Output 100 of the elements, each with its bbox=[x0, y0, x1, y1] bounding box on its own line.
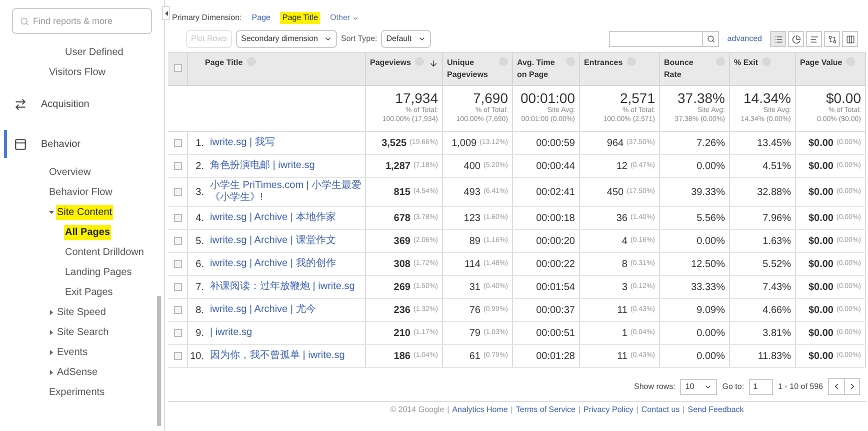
row-checkbox[interactable] bbox=[174, 139, 182, 147]
footer-link[interactable]: Analytics Home bbox=[452, 404, 508, 416]
bar-list-icon[interactable] bbox=[806, 31, 822, 47]
page-title-link[interactable]: 小学生 PriTimes.com | 小学生最爱《小学生》! bbox=[210, 180, 365, 204]
metric-value: $0.00 bbox=[808, 212, 834, 226]
dimension-label: Primary Dimension: bbox=[172, 12, 242, 24]
row-checkbox[interactable] bbox=[174, 214, 182, 222]
footer-link[interactable]: Privacy Policy bbox=[584, 404, 634, 416]
page-title-link[interactable]: 因为你，我不曾孤单 | iwrite.sg bbox=[210, 350, 345, 362]
nav-item[interactable]: Behavior Flow bbox=[48, 184, 114, 200]
metric-value: 1.63% bbox=[762, 234, 791, 248]
row-checkbox[interactable] bbox=[174, 188, 182, 196]
page-title-link[interactable]: iwrite.sg | Archive | 尤今 bbox=[210, 304, 316, 316]
metric-value: 8 bbox=[622, 258, 628, 272]
row-checkbox[interactable] bbox=[174, 352, 182, 360]
columns-icon[interactable] bbox=[842, 31, 858, 47]
metric-value: 5.56% bbox=[696, 212, 725, 226]
sort-type-dropdown[interactable]: Default bbox=[381, 30, 431, 48]
arrows-icon bbox=[14, 98, 27, 110]
metric-value: 00:00:51 bbox=[536, 326, 575, 340]
nav-item[interactable]: Overview bbox=[48, 164, 92, 180]
row-checkbox[interactable] bbox=[174, 162, 182, 170]
search-field[interactable]: Find reports & more bbox=[12, 8, 152, 34]
metric-value: 0.00% bbox=[696, 350, 725, 364]
secondary-dimension-dropdown[interactable]: Secondary dimension bbox=[236, 30, 337, 48]
select-all-checkbox[interactable] bbox=[174, 64, 182, 72]
collapse-button[interactable] bbox=[162, 6, 170, 20]
column-header[interactable]: Page Title bbox=[205, 57, 243, 69]
table-search-field[interactable] bbox=[609, 31, 720, 47]
footer-link[interactable]: Contact us bbox=[641, 404, 680, 416]
metric-value: 0.00% bbox=[696, 326, 725, 340]
metric-value: 32.88% bbox=[757, 186, 791, 200]
separator: | bbox=[682, 404, 685, 416]
metric-value: 123 bbox=[464, 212, 480, 226]
nav-item[interactable]: Exit Pages bbox=[64, 284, 114, 300]
metric-value: 964 bbox=[606, 136, 624, 150]
row-checkbox[interactable] bbox=[174, 237, 182, 245]
column-header[interactable]: Page Value bbox=[800, 57, 842, 69]
total-value: 17,934 bbox=[395, 90, 438, 106]
nav-item[interactable]: Site Content bbox=[56, 204, 114, 220]
page-title-link[interactable]: 角色扮演电邮 | iwrite.sg bbox=[210, 160, 315, 172]
row-checkbox[interactable] bbox=[174, 306, 182, 314]
row-checkbox[interactable] bbox=[174, 329, 182, 337]
metric-value: 815 bbox=[394, 186, 410, 200]
go-to-field[interactable]: 1 bbox=[749, 378, 774, 394]
scrollbar[interactable] bbox=[157, 296, 161, 426]
row-checkbox[interactable] bbox=[174, 260, 182, 268]
column-header[interactable]: Bounce Rate bbox=[664, 57, 712, 81]
footer-link[interactable]: Send Feedback bbox=[688, 404, 744, 416]
column-header[interactable]: Avg. Time on Page bbox=[517, 57, 562, 81]
separator: | bbox=[636, 404, 638, 416]
metric-value: 7.43% bbox=[762, 280, 791, 294]
nav-item[interactable]: AdSense bbox=[56, 364, 99, 380]
total-value: 14.34% bbox=[744, 90, 791, 106]
other-dropdown[interactable]: Other bbox=[330, 12, 360, 24]
metric-value: 79 bbox=[469, 326, 480, 340]
compare-icon[interactable] bbox=[824, 31, 840, 47]
page-title-link[interactable]: iwrite.sg | 我写 bbox=[210, 137, 275, 149]
nav-item[interactable]: Experiments bbox=[48, 384, 106, 400]
nav-item[interactable]: Visitors Flow bbox=[48, 64, 106, 80]
advanced-link[interactable]: advanced bbox=[727, 33, 762, 45]
show-rows-dropdown[interactable]: 10 bbox=[680, 378, 718, 394]
column-header[interactable]: Unique Pageviews bbox=[447, 57, 495, 81]
row-number: 9. bbox=[194, 326, 205, 340]
footer-link[interactable]: Terms of Service bbox=[516, 404, 576, 416]
page-title-link[interactable]: iwrite.sg | Archive | 课堂作文 bbox=[210, 235, 336, 247]
column-header[interactable]: % Exit bbox=[734, 57, 758, 69]
page-range: 1 - 10 of 596 bbox=[778, 380, 823, 392]
nav-item[interactable]: Site Search bbox=[56, 324, 110, 340]
row-number: 1. bbox=[194, 136, 205, 150]
metric-value: 76 bbox=[469, 304, 480, 318]
metric-value: 12 bbox=[616, 160, 628, 174]
column-header[interactable]: Entrances bbox=[584, 57, 623, 69]
metric-value: 1,009 bbox=[452, 136, 477, 150]
metric-value: $0.00 bbox=[808, 350, 834, 364]
copyright: © 2014 Google bbox=[390, 404, 444, 416]
nav-section[interactable]: Behavior bbox=[41, 136, 80, 152]
nav-item[interactable]: Events bbox=[56, 344, 89, 360]
page-title-link[interactable]: 补课阅读：过年放鞭炮 | iwrite.sg bbox=[210, 281, 355, 293]
metric-value: 11 bbox=[617, 350, 628, 364]
nav-item[interactable]: Landing Pages bbox=[64, 264, 133, 280]
nav-item[interactable]: User Defined bbox=[64, 44, 124, 60]
page-title-link[interactable]: | iwrite.sg bbox=[210, 327, 252, 339]
page-title-link[interactable]: iwrite.sg | Archive | 我的创作 bbox=[210, 258, 336, 270]
nav-item[interactable]: Site Speed bbox=[56, 304, 107, 320]
nav-item[interactable]: Content Drilldown bbox=[64, 244, 145, 260]
pie-chart-icon[interactable] bbox=[788, 31, 804, 47]
dimension-option[interactable]: Page bbox=[252, 12, 270, 24]
column-header[interactable]: Pageviews bbox=[370, 57, 411, 69]
dimension-option[interactable]: Page Title bbox=[280, 12, 320, 24]
page-title-link[interactable]: iwrite.sg | Archive | 本地作家 bbox=[210, 212, 336, 224]
row-checkbox[interactable] bbox=[174, 283, 182, 291]
metric-value: 89 bbox=[469, 234, 480, 248]
nav-section[interactable]: Acquisition bbox=[41, 96, 90, 112]
metric-value: 00:00:22 bbox=[536, 258, 575, 272]
table-view-icon[interactable] bbox=[770, 31, 786, 47]
nav-item[interactable]: All Pages bbox=[64, 224, 112, 240]
row-number: 7. bbox=[194, 280, 205, 294]
metric-value: 61 bbox=[469, 350, 480, 364]
total-value: 2,571 bbox=[620, 90, 655, 106]
